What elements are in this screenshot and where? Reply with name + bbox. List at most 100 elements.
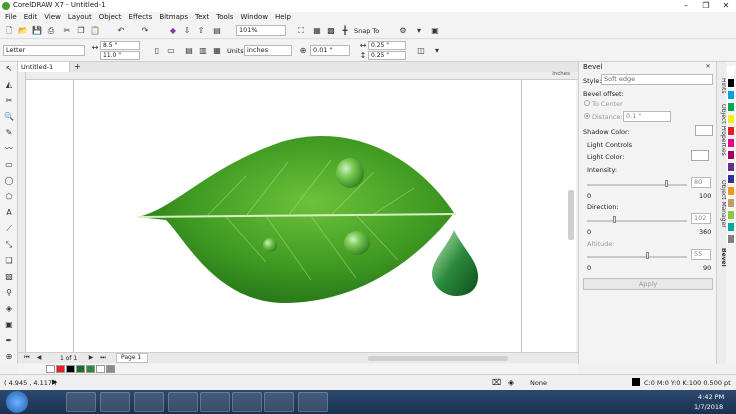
palette-swatch[interactable] <box>727 222 735 232</box>
interactive-fill-icon[interactable]: ◈ <box>3 304 15 314</box>
export-icon[interactable]: ⇧ <box>196 26 206 36</box>
taskbar-explorer-icon[interactable] <box>66 392 96 412</box>
document-palette-swatch[interactable] <box>106 365 115 373</box>
freehand-tool-icon[interactable]: ✎ <box>3 128 15 138</box>
style-select[interactable]: Soft edge <box>601 74 713 85</box>
rulers-icon[interactable]: ▦ <box>312 26 322 36</box>
document-palette-swatch[interactable] <box>86 365 95 373</box>
distance-field[interactable]: 0.1 " <box>623 111 671 122</box>
taskbar-app3-icon[interactable] <box>264 392 294 412</box>
publish-pdf-icon[interactable]: ▤ <box>212 26 222 36</box>
light-color-picker[interactable] <box>691 150 709 161</box>
paper-width-field[interactable]: 8.5 " <box>100 41 140 50</box>
intensity-slider[interactable] <box>587 184 687 186</box>
palette-swatch[interactable] <box>727 234 735 244</box>
intensity-slider-thumb[interactable] <box>665 180 668 187</box>
menu-text[interactable]: Text <box>195 12 209 23</box>
paper-type-select[interactable]: Letter <box>3 45 85 56</box>
portrait-icon[interactable]: ▯ <box>152 46 162 56</box>
grid-icon[interactable]: ▩ <box>326 26 336 36</box>
palette-swatch[interactable] <box>727 210 735 220</box>
menu-tools[interactable]: Tools <box>216 12 233 23</box>
options-icon[interactable]: ⚙ <box>398 26 408 36</box>
direction-slider[interactable] <box>587 220 687 222</box>
zoom-field[interactable]: 101% <box>236 25 286 36</box>
add-document-icon[interactable]: + <box>74 62 81 72</box>
shape-tool-icon[interactable]: ◭ <box>3 80 15 90</box>
menu-bitmaps[interactable]: Bitmaps <box>159 12 188 23</box>
outline-pen-icon[interactable]: ✒ <box>3 336 15 346</box>
palette-swatch[interactable] <box>727 174 735 184</box>
menu-file[interactable]: File <box>5 12 17 23</box>
document-palette-swatch[interactable] <box>76 365 85 373</box>
document-palette-swatch[interactable] <box>46 365 55 373</box>
duplicate-x-field[interactable]: 0.25 " <box>368 41 406 50</box>
taskbar-media-icon[interactable] <box>100 392 130 412</box>
palette-swatch[interactable] <box>727 186 735 196</box>
menu-window[interactable]: Window <box>240 12 268 23</box>
palette-swatch[interactable] <box>727 138 735 148</box>
last-page-icon[interactable]: ⏭ <box>98 353 108 363</box>
search-content-icon[interactable]: ◆ <box>168 26 178 36</box>
document-tab[interactable]: Untitled-1 <box>18 62 70 72</box>
close-icon[interactable]: ✕ <box>716 0 736 12</box>
import-icon[interactable]: ⇩ <box>182 26 192 36</box>
palette-swatch[interactable] <box>727 126 735 136</box>
direction-field[interactable]: 102 <box>691 213 711 224</box>
menu-layout[interactable]: Layout <box>68 12 92 23</box>
altitude-field[interactable]: 55 <box>691 249 711 260</box>
eyedropper-tool-icon[interactable]: ⚲ <box>3 288 15 298</box>
page-tab[interactable]: Page 1 <box>116 353 148 363</box>
maximize-icon[interactable]: ❐ <box>696 0 716 12</box>
direction-slider-thumb[interactable] <box>613 216 617 223</box>
guidelines-icon[interactable]: ╋ <box>340 26 350 36</box>
snap-to-dropdown[interactable]: Snap To <box>354 27 379 35</box>
minimize-icon[interactable]: – <box>676 0 696 12</box>
redo-icon[interactable]: ↷ <box>140 26 150 36</box>
page-layout-icon[interactable]: ▦ <box>212 46 222 56</box>
launch-icon[interactable]: ▾ <box>414 26 424 36</box>
document-palette-swatch[interactable] <box>96 365 105 373</box>
new-document-icon[interactable]: 🗋 <box>4 26 14 36</box>
taskbar-app-icon[interactable] <box>168 392 198 412</box>
landscape-icon[interactable]: ▭ <box>166 46 176 56</box>
options-dropdown-icon[interactable]: ▾ <box>432 46 442 56</box>
text-tool-icon[interactable]: A <box>3 208 15 218</box>
ellipse-tool-icon[interactable]: ◯ <box>3 176 15 186</box>
start-button-icon[interactable] <box>6 391 28 413</box>
taskbar-app2-icon[interactable] <box>232 392 262 412</box>
horizontal-ruler[interactable]: inches <box>26 71 578 80</box>
palette-swatch[interactable] <box>727 162 735 172</box>
duplicate-y-field[interactable]: 0.25 " <box>368 51 406 60</box>
palette-swatch[interactable] <box>727 150 735 160</box>
menu-help[interactable]: Help <box>275 12 291 23</box>
palette-swatch[interactable] <box>727 102 735 112</box>
zoom-tool-icon[interactable]: 🔍 <box>3 112 15 122</box>
drop-shadow-tool-icon[interactable]: ❏ <box>3 256 15 266</box>
menu-edit[interactable]: Edit <box>24 12 38 23</box>
undo-icon[interactable]: ↶ <box>116 26 126 36</box>
full-screen-icon[interactable]: ⛶ <box>296 26 306 36</box>
rectangle-tool-icon[interactable]: ▭ <box>3 160 15 170</box>
palette-swatch[interactable] <box>727 198 735 208</box>
document-palette-swatch[interactable] <box>66 365 75 373</box>
connector-tool-icon[interactable]: ⤡ <box>3 240 15 250</box>
taskbar-corel-icon[interactable] <box>134 392 164 412</box>
print-icon[interactable]: ⎙ <box>46 26 56 36</box>
current-page-icon[interactable]: ▥ <box>198 46 208 56</box>
all-pages-icon[interactable]: ▤ <box>184 46 194 56</box>
add-tool-icon[interactable]: ⊕ <box>3 352 15 362</box>
paper-height-field[interactable]: 11.0 " <box>100 51 140 60</box>
menu-effects[interactable]: Effects <box>129 12 153 23</box>
pick-tool-icon[interactable]: ↖ <box>3 64 15 74</box>
intensity-field[interactable]: 80 <box>691 177 711 188</box>
palette-swatch[interactable] <box>727 66 735 76</box>
altitude-slider-thumb[interactable] <box>646 252 650 259</box>
play-icon[interactable]: ▶ <box>52 378 57 386</box>
open-icon[interactable]: 📂 <box>18 26 28 36</box>
treat-as-filled-icon[interactable]: ◫ <box>416 46 426 56</box>
altitude-slider[interactable] <box>587 256 687 258</box>
apply-button[interactable]: Apply <box>583 278 713 290</box>
document-palette-swatch[interactable] <box>56 365 65 373</box>
horizontal-scrollbar-thumb[interactable] <box>368 356 508 361</box>
